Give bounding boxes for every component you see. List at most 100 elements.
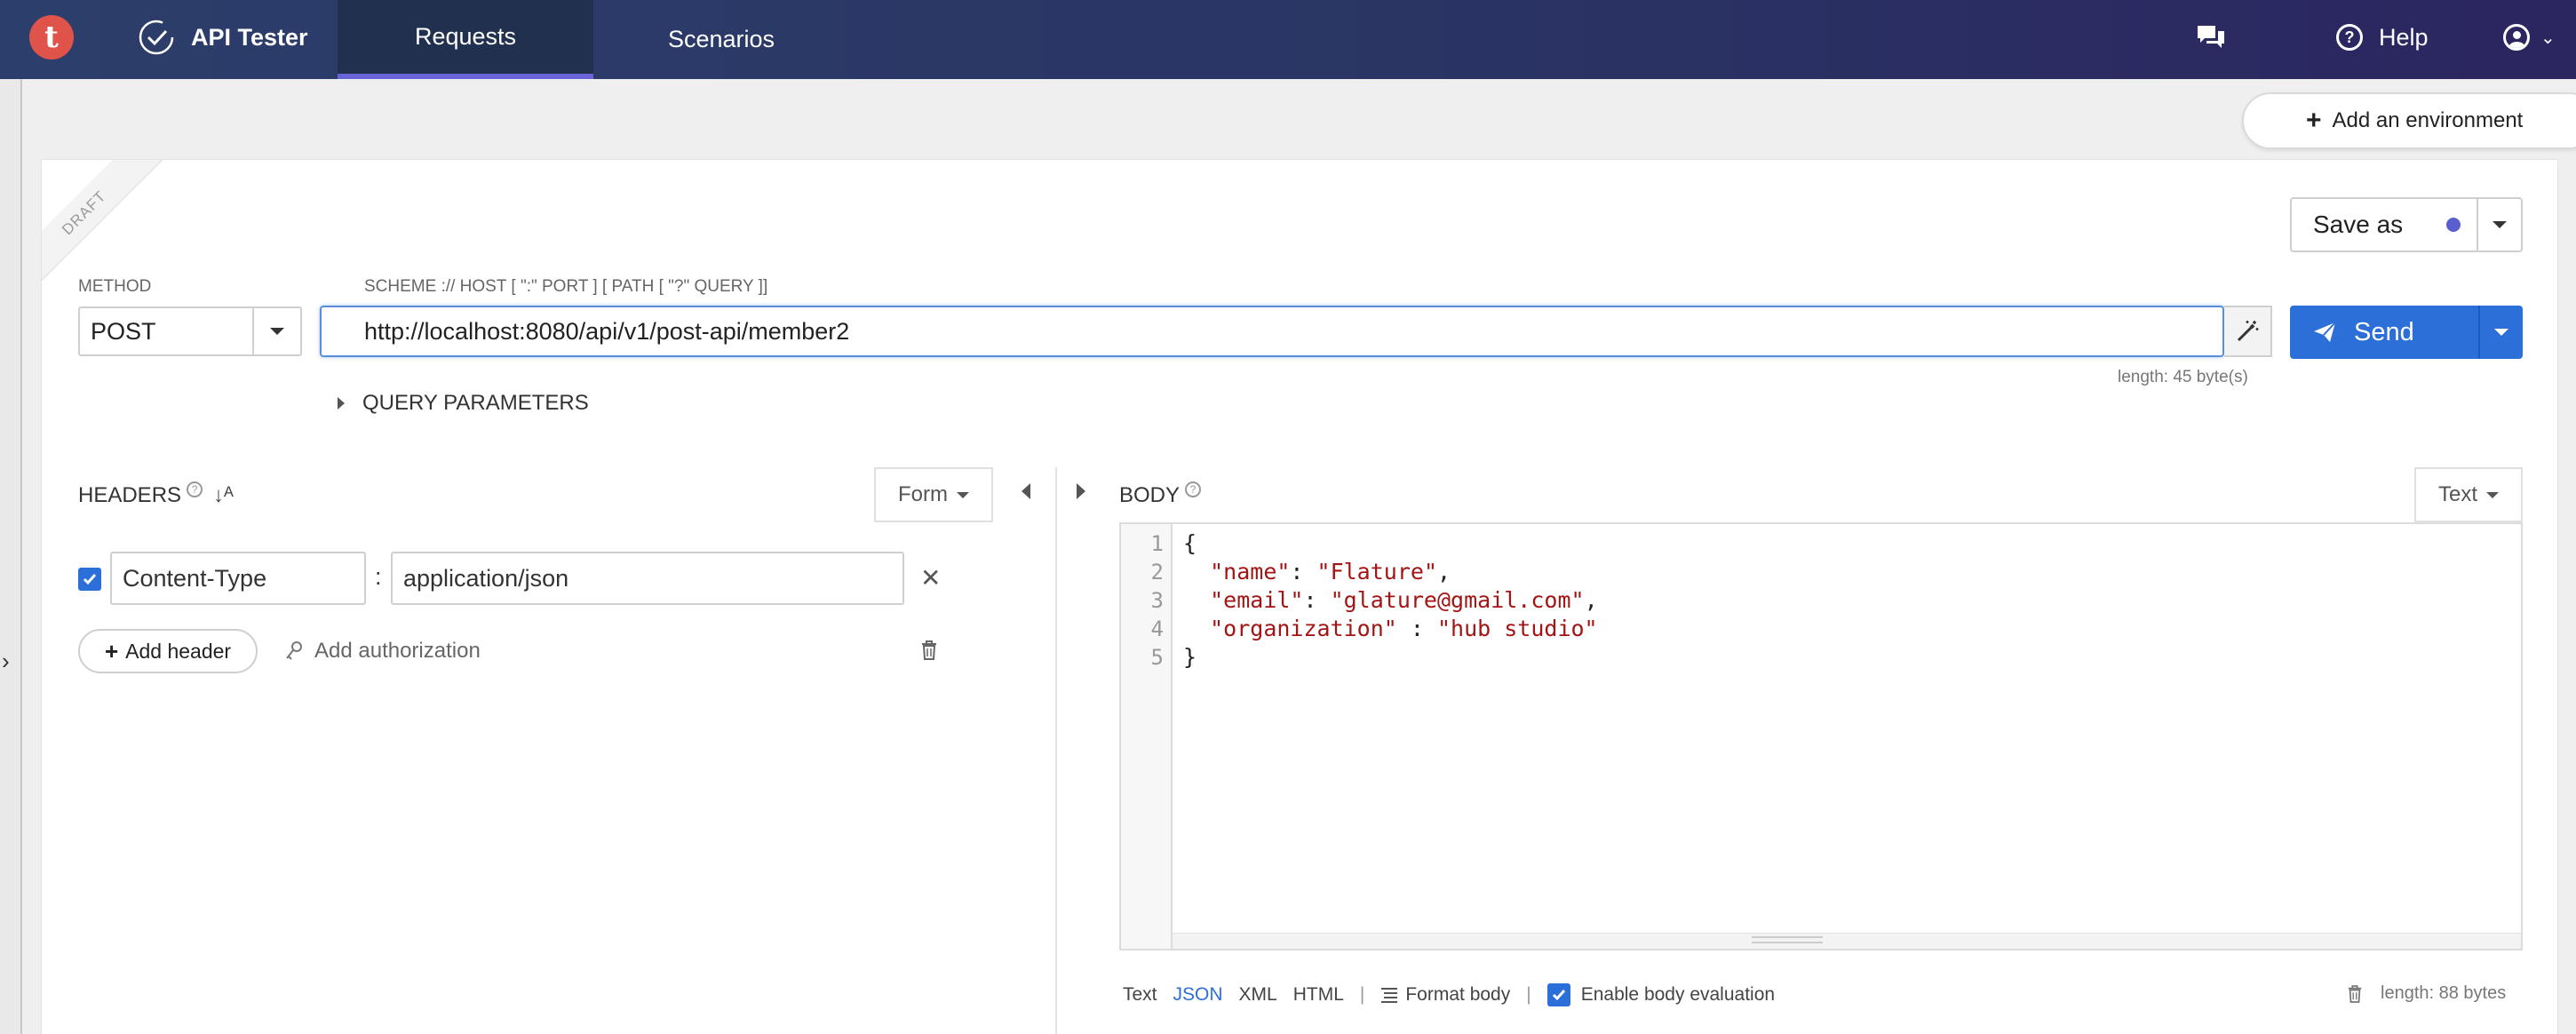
add-authorization-label: Add authorization bbox=[314, 639, 481, 663]
headers-title: HEADERS ? ↓ᴬ bbox=[78, 481, 234, 508]
talend-logo[interactable]: t bbox=[29, 15, 74, 60]
code-line: "organization" : "hub studio" bbox=[1183, 615, 1598, 643]
url-input[interactable]: http://localhost:8080/api/v1/post-api/me… bbox=[320, 306, 2224, 357]
format-body-button[interactable]: Format body bbox=[1380, 984, 1510, 1006]
header-key-input[interactable]: Content-Type bbox=[110, 552, 366, 605]
key-icon bbox=[286, 641, 302, 660]
format-json[interactable]: JSON bbox=[1173, 984, 1223, 1006]
body-mode-select[interactable]: Text bbox=[2414, 467, 2523, 522]
trash-icon[interactable] bbox=[920, 640, 938, 665]
caret-right-icon bbox=[338, 397, 345, 410]
line-number: 5 bbox=[1150, 645, 1164, 670]
plus-icon: + bbox=[2306, 106, 2322, 135]
url-length: length: 45 byte(s) bbox=[2118, 368, 2248, 386]
headers-mode-label: Form bbox=[898, 482, 948, 506]
header-enabled-checkbox[interactable] bbox=[78, 568, 101, 591]
method-select[interactable]: POST bbox=[78, 306, 302, 356]
body-editor[interactable]: 1 2 3 4 5 { "name": "Flature", "email": … bbox=[1119, 522, 2523, 950]
format-body-label: Format body bbox=[1405, 984, 1511, 1005]
chevron-down-icon: ⌄ bbox=[2540, 28, 2556, 48]
help-icon[interactable]: ? bbox=[187, 481, 203, 497]
code-brace: { bbox=[1183, 530, 1197, 556]
add-environment-label: Add an environment bbox=[2332, 108, 2524, 132]
caret-down-icon bbox=[2493, 221, 2507, 228]
magic-wand-icon[interactable] bbox=[2224, 306, 2272, 357]
collapse-right-icon[interactable] bbox=[1077, 483, 1085, 499]
caret-down-icon bbox=[270, 328, 284, 335]
collapse-left-icon[interactable] bbox=[1022, 483, 1030, 499]
expand-sidebar-icon[interactable]: › bbox=[2, 648, 10, 675]
query-parameters-toggle[interactable]: QUERY PARAMETERS bbox=[338, 391, 589, 416]
json-key: "email" bbox=[1210, 587, 1304, 613]
method-label: METHOD bbox=[78, 277, 152, 296]
code-content[interactable]: { "name": "Flature", "email": "glature@g… bbox=[1183, 529, 1598, 672]
separator: | bbox=[1526, 984, 1531, 1005]
method-value: POST bbox=[91, 318, 156, 345]
draft-ribbon: DRAFT bbox=[42, 160, 166, 295]
save-as-button[interactable]: Save as bbox=[2290, 197, 2523, 252]
app-brand[interactable]: API Tester bbox=[138, 0, 308, 75]
check-icon bbox=[83, 574, 97, 585]
json-value: "Flature" bbox=[1316, 559, 1437, 585]
top-navigation-bar: t API Tester Requests Scenarios ? Help ⌄ bbox=[0, 0, 2576, 79]
body-mode-label: Text bbox=[2437, 482, 2477, 506]
help-button[interactable]: ? Help bbox=[2336, 0, 2429, 75]
save-as-main[interactable]: Save as bbox=[2292, 199, 2477, 251]
body-title: BODY ? bbox=[1119, 481, 1202, 508]
line-number: 2 bbox=[1150, 560, 1164, 585]
code-line: "email": "glature@gmail.com", bbox=[1183, 586, 1598, 615]
unsaved-dot-icon bbox=[2446, 218, 2461, 232]
paper-plane-icon bbox=[2314, 322, 2336, 342]
add-authorization-link[interactable]: Add authorization bbox=[284, 639, 481, 664]
add-environment-button[interactable]: + Add an environment bbox=[2242, 92, 2576, 149]
enable-body-evaluation-checkbox[interactable] bbox=[1546, 983, 1570, 1006]
headers-mode-select[interactable]: Form bbox=[874, 467, 993, 522]
trash-icon[interactable] bbox=[2347, 984, 2363, 1004]
send-main[interactable]: Send bbox=[2290, 318, 2478, 347]
help-icon: ? bbox=[2336, 24, 2363, 51]
separator: | bbox=[1359, 984, 1365, 1005]
method-dropdown[interactable] bbox=[252, 308, 300, 354]
help-label: Help bbox=[2379, 23, 2429, 51]
url-format-hint: SCHEME :// HOST [ ":" PORT ] [ PATH [ "?… bbox=[364, 277, 768, 296]
align-left-icon bbox=[1381, 988, 1398, 1003]
format-xml[interactable]: XML bbox=[1239, 984, 1277, 1006]
json-colon: : bbox=[1396, 616, 1437, 641]
plus-icon: + bbox=[104, 637, 119, 664]
json-colon: : bbox=[1303, 587, 1331, 613]
save-as-label: Save as bbox=[2313, 211, 2404, 238]
line-number: 1 bbox=[1150, 531, 1164, 556]
editor-horizontal-scrollbar[interactable] bbox=[1173, 933, 2521, 949]
header-separator: : bbox=[375, 563, 382, 590]
panel-divider[interactable] bbox=[1055, 467, 1057, 1034]
tab-scenarios[interactable]: Scenarios bbox=[622, 0, 821, 79]
remove-header-icon[interactable]: ✕ bbox=[920, 563, 941, 593]
editor-resize-handle[interactable] bbox=[1752, 936, 1823, 943]
line-number: 4 bbox=[1150, 616, 1164, 641]
app-name: API Tester bbox=[191, 23, 308, 51]
format-text[interactable]: Text bbox=[1123, 984, 1157, 1006]
code-line: "name": "Flature", bbox=[1183, 558, 1598, 586]
user-menu[interactable]: ⌄ bbox=[2503, 0, 2556, 75]
tab-requests[interactable]: Requests bbox=[338, 0, 593, 79]
add-header-button[interactable]: + Add header bbox=[78, 629, 258, 673]
json-key: "name" bbox=[1210, 559, 1291, 585]
check-icon bbox=[1552, 990, 1565, 1001]
sort-alpha-icon[interactable]: ↓ᴬ bbox=[213, 483, 234, 508]
send-label: Send bbox=[2354, 317, 2414, 346]
send-dropdown[interactable] bbox=[2478, 306, 2523, 359]
api-tester-check-icon bbox=[139, 20, 174, 55]
json-comma: , bbox=[1584, 587, 1598, 613]
left-side-rail: › bbox=[0, 79, 22, 1034]
code-line: } bbox=[1183, 643, 1598, 672]
help-icon[interactable]: ? bbox=[1185, 481, 1202, 497]
format-html[interactable]: HTML bbox=[1293, 984, 1344, 1006]
code-line: { bbox=[1183, 529, 1598, 558]
body-length-info: length: 88 bytes bbox=[2347, 983, 2506, 1004]
send-button[interactable]: Send bbox=[2290, 306, 2523, 359]
save-as-dropdown[interactable] bbox=[2477, 199, 2521, 251]
headers-title-text: HEADERS bbox=[78, 483, 182, 507]
body-footer: Text JSON XML HTML | Format body | Enabl… bbox=[1123, 982, 1775, 1007]
chat-icon[interactable] bbox=[2196, 0, 2226, 75]
header-value-input[interactable]: application/json bbox=[391, 552, 904, 605]
